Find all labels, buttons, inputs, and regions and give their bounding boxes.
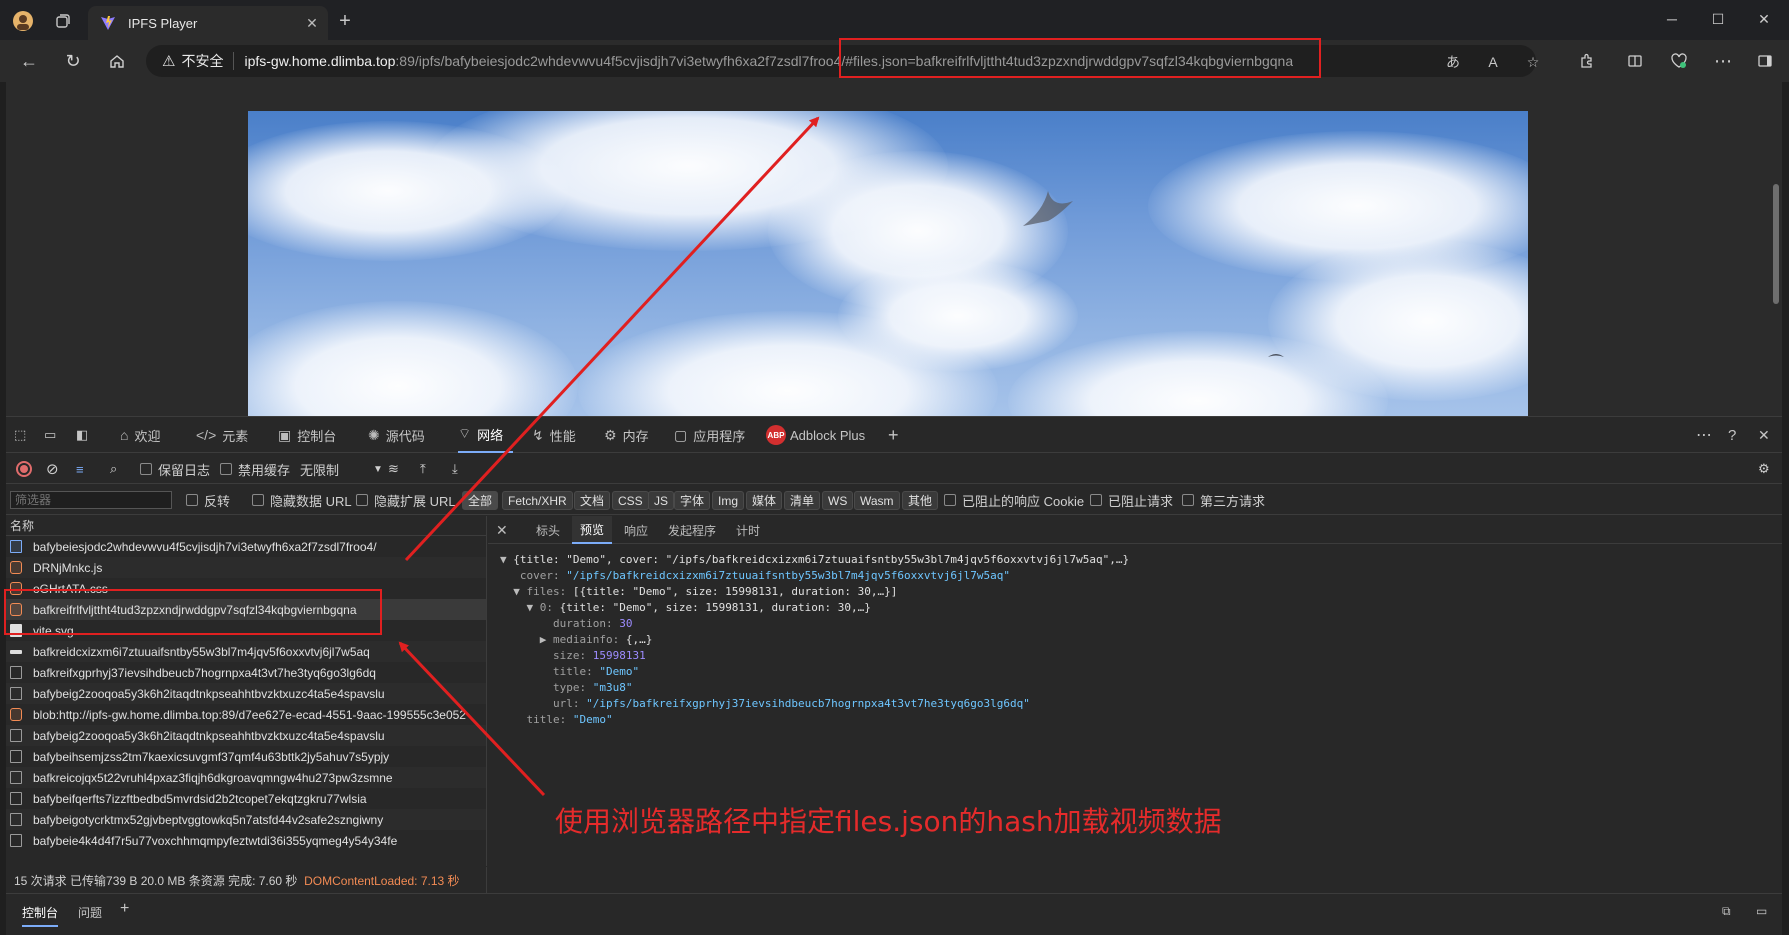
arrow-to-request bbox=[398, 641, 546, 797]
annotation-arrows bbox=[398, 116, 820, 797]
arrow-to-url bbox=[404, 116, 820, 562]
annotation-caption: 使用浏览器路径中指定files.json的hash加载视频数据 bbox=[555, 805, 1222, 838]
